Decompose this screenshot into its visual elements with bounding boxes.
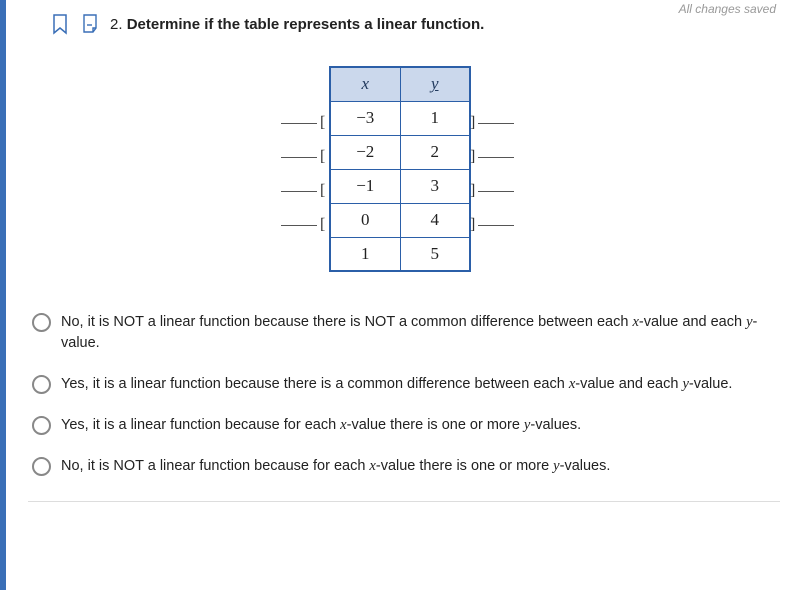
divider [28,501,780,502]
header-x: x [330,67,400,101]
answer-text: No, it is NOT a linear function because … [61,312,776,354]
cell-x: 0 [330,203,400,237]
save-status: All changes saved [679,2,776,16]
answer-option[interactable]: Yes, it is a linear function because for… [28,405,780,446]
answer-text: Yes, it is a linear function because for… [61,415,581,436]
table-row: −3 1 [330,101,470,135]
table-row: 1 5 [330,237,470,271]
left-bracket: [ [278,114,325,132]
left-bracket: [ [278,216,325,234]
cell-x: −1 [330,169,400,203]
cell-x: −2 [330,135,400,169]
radio-icon[interactable] [32,457,51,476]
question-number: 2. [110,16,123,33]
cell-y: 2 [400,135,470,169]
answer-text: Yes, it is a linear function because the… [61,374,732,395]
table-row: 0 4 [330,203,470,237]
left-bracket: [ [278,148,325,166]
question-text: 2. Determine if the table represents a l… [110,16,484,33]
answer-list: No, it is NOT a linear function because … [0,302,800,487]
bookmark-icon[interactable] [50,12,70,36]
xy-table: x y −3 1 −2 2 −1 3 0 4 1 5 [329,66,471,272]
cell-y: 1 [400,101,470,135]
right-bracket: ] [470,148,517,166]
table-row: −2 2 [330,135,470,169]
cell-x: −3 [330,101,400,135]
right-bracket: ] [470,216,517,234]
answer-option[interactable]: No, it is NOT a linear function because … [28,302,780,364]
right-bracket: ] [470,182,517,200]
cell-y: 5 [400,237,470,271]
note-icon[interactable] [80,12,100,36]
cell-y: 3 [400,169,470,203]
left-bracket: [ [278,182,325,200]
radio-icon[interactable] [32,416,51,435]
cell-y: 4 [400,203,470,237]
header-y: y [400,67,470,101]
cell-x: 1 [330,237,400,271]
answer-option[interactable]: No, it is NOT a linear function because … [28,446,780,487]
table-row: −1 3 [330,169,470,203]
question-prompt: Determine if the table represents a line… [127,16,485,33]
radio-icon[interactable] [32,313,51,332]
answer-option[interactable]: Yes, it is a linear function because the… [28,364,780,405]
answer-text: No, it is NOT a linear function because … [61,456,610,477]
table-container: x y −3 1 −2 2 −1 3 0 4 1 5 [ [ [ [ ] ] ] [0,66,800,272]
right-bracket: ] [470,114,517,132]
radio-icon[interactable] [32,375,51,394]
